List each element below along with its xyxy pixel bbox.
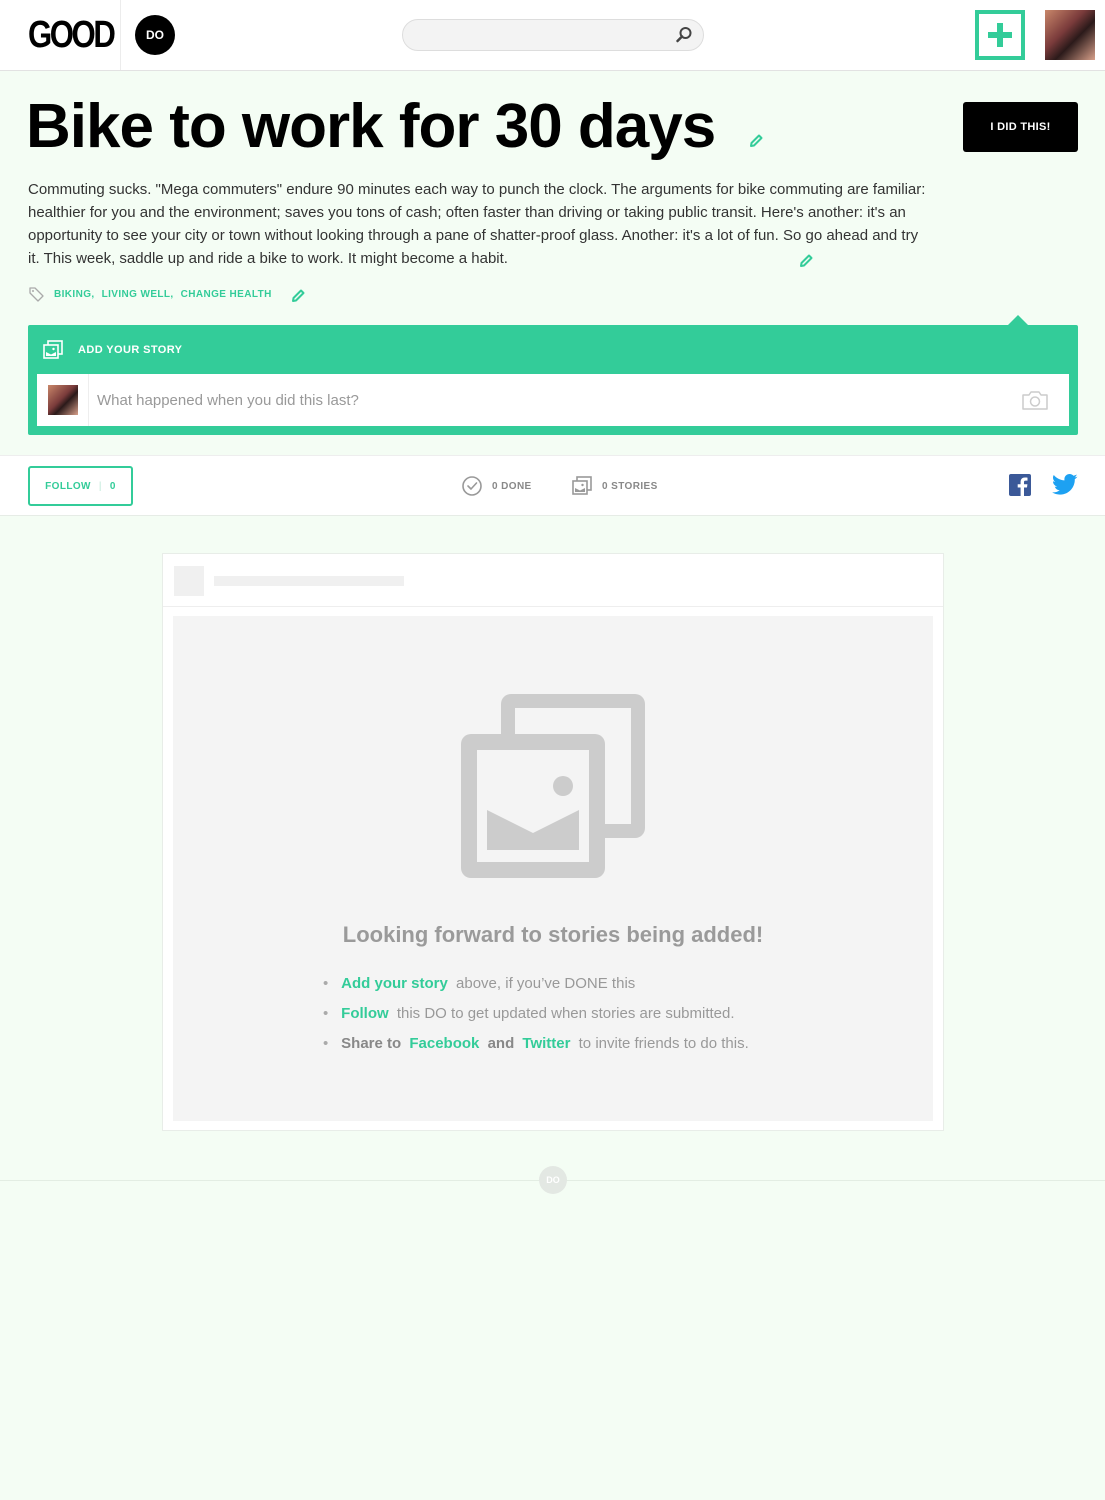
stories-empty-card: Looking forward to stories being added! … xyxy=(162,553,944,1131)
twitter-icon[interactable] xyxy=(1052,474,1078,496)
bullet: • xyxy=(323,975,329,992)
check-circle-icon xyxy=(462,476,482,496)
tag-change-health[interactable]: CHANGE HEALTH xyxy=(181,289,272,300)
good-logo[interactable]: GOOD xyxy=(28,14,116,56)
search-input[interactable] xyxy=(403,20,663,50)
user-avatar[interactable] xyxy=(1045,10,1095,60)
tag-list: BIKING, LIVING WELL, CHANGE HEALTH xyxy=(28,284,279,304)
photos-icon xyxy=(572,476,592,495)
header-divider xyxy=(120,0,121,70)
twitter-share-link[interactable]: Twitter xyxy=(522,1035,570,1052)
stories-label: 0 STORIES xyxy=(602,480,658,492)
page-title: Bike to work for 30 days xyxy=(26,92,716,161)
camera-icon[interactable] xyxy=(1021,388,1049,412)
follow-label: FOLLOW xyxy=(45,480,91,492)
photos-icon xyxy=(43,340,63,359)
tip-share-and: and xyxy=(487,1035,515,1052)
edit-description-pencil-icon[interactable] xyxy=(798,253,814,269)
story-input-row xyxy=(37,374,1069,426)
search-box xyxy=(402,19,704,51)
top-header: GOOD DO xyxy=(0,0,1105,71)
add-do-button[interactable] xyxy=(975,10,1025,60)
tip-text: this DO to get updated when stories are … xyxy=(396,1005,735,1022)
i-did-this-button[interactable]: I DID THIS! xyxy=(963,102,1078,152)
tag-biking[interactable]: BIKING, xyxy=(54,289,95,300)
follow-separator: | xyxy=(98,480,102,492)
empty-state-tips: • Add your story above, if you’ve DONE t… xyxy=(323,969,753,1059)
bullet: • xyxy=(323,1035,329,1052)
tip-text: to invite friends to do this. xyxy=(578,1035,749,1052)
empty-state: Looking forward to stories being added! … xyxy=(173,616,933,1121)
add-story-panel: ADD YOUR STORY xyxy=(28,325,1078,435)
follow-link[interactable]: Follow xyxy=(341,1005,389,1022)
photos-icon xyxy=(461,694,645,878)
tip-share-prefix: Share to xyxy=(341,1035,402,1052)
tag-living-well[interactable]: LIVING WELL, xyxy=(102,289,174,300)
bullet: • xyxy=(323,1005,329,1022)
story-input-divider xyxy=(88,374,89,426)
facebook-icon[interactable] xyxy=(1009,474,1031,496)
add-story-label: ADD YOUR STORY xyxy=(78,344,183,356)
follow-count: 0 xyxy=(109,480,116,492)
tip-add-story: • Add your story above, if you’ve DONE t… xyxy=(323,969,753,999)
placeholder-title-line xyxy=(214,576,404,586)
story-box-pointer xyxy=(1008,315,1028,325)
tag-icon xyxy=(29,287,44,302)
story-avatar xyxy=(48,385,78,415)
done-label: 0 DONE xyxy=(492,480,532,492)
tip-follow: • Follow this DO to get updated when sto… xyxy=(323,999,753,1029)
add-your-story-link[interactable]: Add your story xyxy=(341,975,448,992)
facebook-share-link[interactable]: Facebook xyxy=(409,1035,479,1052)
tip-share: • Share to Facebook and Twitter to invit… xyxy=(323,1029,753,1059)
stats-bar: FOLLOW | 0 0 DONE 0 STORIES xyxy=(0,455,1105,516)
stories-count: 0 STORIES xyxy=(571,475,658,497)
placeholder-avatar xyxy=(174,566,204,596)
done-count: 0 DONE xyxy=(461,475,532,497)
add-story-header: ADD YOUR STORY xyxy=(42,339,182,361)
story-input[interactable] xyxy=(97,384,997,416)
tip-text: above, if you’ve DONE this xyxy=(456,975,636,992)
card-divider xyxy=(163,606,943,607)
edit-tags-pencil-icon[interactable] xyxy=(290,288,306,304)
footer-do-badge[interactable]: DO xyxy=(539,1166,567,1194)
edit-title-pencil-icon[interactable] xyxy=(748,133,764,149)
search-icon[interactable] xyxy=(675,26,693,44)
empty-state-title: Looking forward to stories being added! xyxy=(342,922,764,947)
do-badge[interactable]: DO xyxy=(135,15,175,55)
plus-icon-bar xyxy=(988,32,1012,38)
follow-button[interactable]: FOLLOW | 0 xyxy=(28,466,133,506)
